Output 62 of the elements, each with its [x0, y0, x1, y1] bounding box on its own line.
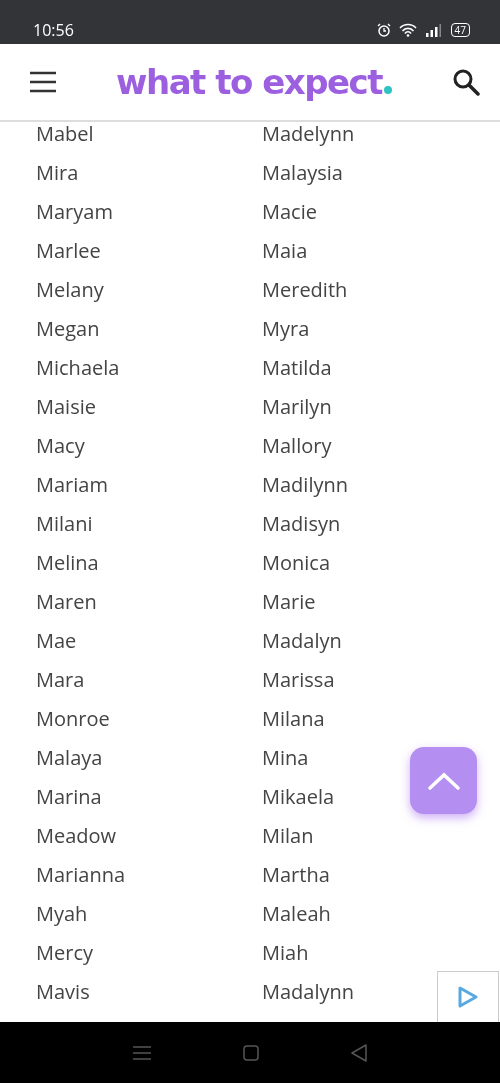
baby-name: Michaela — [36, 354, 120, 381]
baby-name: Milana — [262, 705, 325, 732]
baby-name: Mina — [262, 744, 309, 771]
signal-icon — [424, 23, 443, 37]
baby-name: Macy — [36, 432, 85, 459]
baby-name: Milani — [36, 510, 93, 537]
baby-name: Malaya — [36, 744, 103, 771]
baby-name: Madisyn — [262, 510, 341, 537]
baby-name: Milan — [262, 822, 314, 849]
baby-name: Mikaela — [262, 783, 335, 810]
baby-name: Mavis — [36, 978, 90, 1005]
baby-name: Marissa — [262, 666, 335, 693]
baby-name: Monroe — [36, 705, 110, 732]
baby-name: Maryam — [36, 198, 113, 225]
baby-name: Marie — [262, 588, 316, 615]
search-icon[interactable] — [452, 68, 480, 96]
baby-name: Marlee — [36, 237, 101, 264]
recent-apps-icon[interactable] — [133, 1045, 151, 1060]
baby-name: Megan — [36, 315, 100, 342]
baby-name: Madalynn — [262, 978, 355, 1005]
baby-name: Madalyn — [262, 627, 342, 654]
baby-name: Malaysia — [262, 159, 343, 186]
baby-name: Mabel — [36, 122, 94, 147]
baby-name: Marilyn — [262, 393, 332, 420]
baby-name: Madilynn — [262, 471, 348, 498]
baby-name: Maisie — [36, 393, 96, 420]
logo-dot-icon — [383, 86, 392, 94]
baby-name: Meredith — [262, 276, 348, 303]
baby-name: Macie — [262, 198, 317, 225]
site-logo[interactable]: what to expect — [116, 65, 382, 99]
baby-name: Miah — [262, 939, 309, 966]
baby-name: Martha — [262, 861, 330, 888]
alarm-clock-icon — [376, 23, 391, 37]
baby-name: Mercy — [36, 939, 93, 966]
chevron-up-icon — [426, 770, 461, 791]
ad-choices-button[interactable] — [437, 971, 499, 1022]
back-icon[interactable] — [351, 1043, 367, 1062]
baby-name: Myra — [262, 315, 310, 342]
play-triangle-icon — [458, 986, 478, 1008]
baby-name: Matilda — [262, 354, 332, 381]
baby-name: Mira — [36, 159, 79, 186]
wifi-icon — [398, 23, 417, 37]
status-time: 10:56 — [33, 19, 75, 41]
baby-name: Maren — [36, 588, 97, 615]
baby-name: Myah — [36, 900, 88, 927]
scroll-to-top-button[interactable] — [410, 747, 477, 814]
baby-name: Melina — [36, 549, 99, 576]
baby-name: Mara — [36, 666, 85, 693]
battery-level: 47 — [450, 23, 470, 37]
menu-icon[interactable] — [30, 71, 56, 93]
baby-name: Monica — [262, 549, 331, 576]
baby-name: Madelynn — [262, 122, 355, 147]
baby-name: Meadow — [36, 822, 117, 849]
baby-name: Mae — [36, 627, 77, 654]
baby-name: Maleah — [262, 900, 331, 927]
home-icon[interactable] — [243, 1044, 259, 1061]
baby-name: Marianna — [36, 861, 126, 888]
baby-name: Maia — [262, 237, 308, 264]
baby-name: Mariam — [36, 471, 108, 498]
baby-name: Melany — [36, 276, 104, 303]
baby-name: Mallory — [262, 432, 332, 459]
baby-name: Marina — [36, 783, 102, 810]
